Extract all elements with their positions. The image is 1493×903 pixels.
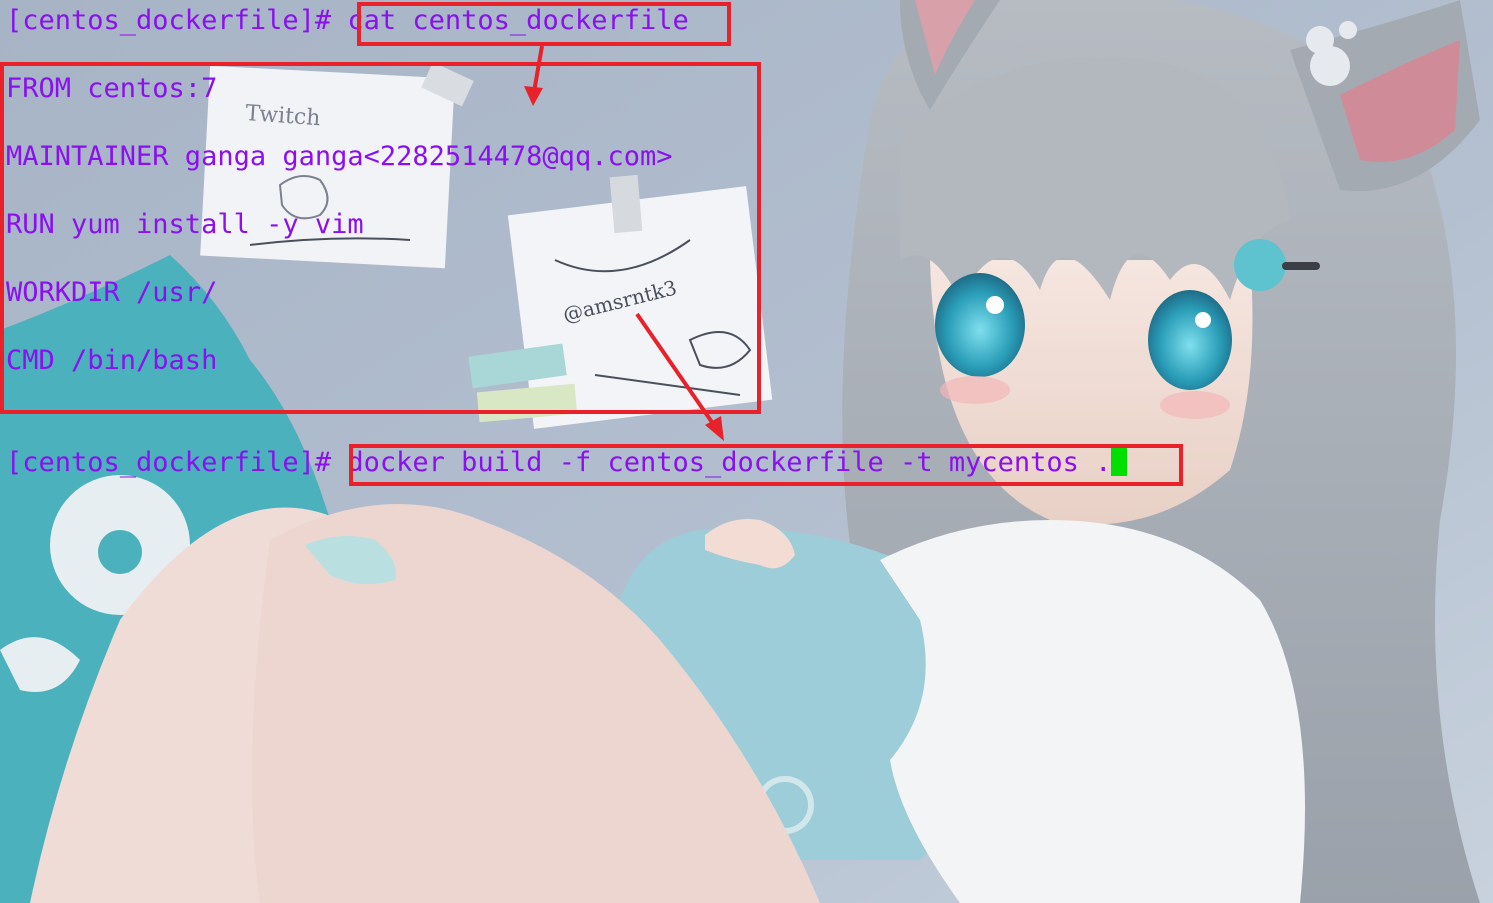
highlight-box-cat-command [357,2,731,46]
highlight-box-build-command [349,444,1183,486]
shell-prompt: [centos_dockerfile]# [6,5,332,36]
shell-prompt: [centos_dockerfile]# [6,447,332,478]
highlight-box-dockerfile-content [0,62,761,414]
